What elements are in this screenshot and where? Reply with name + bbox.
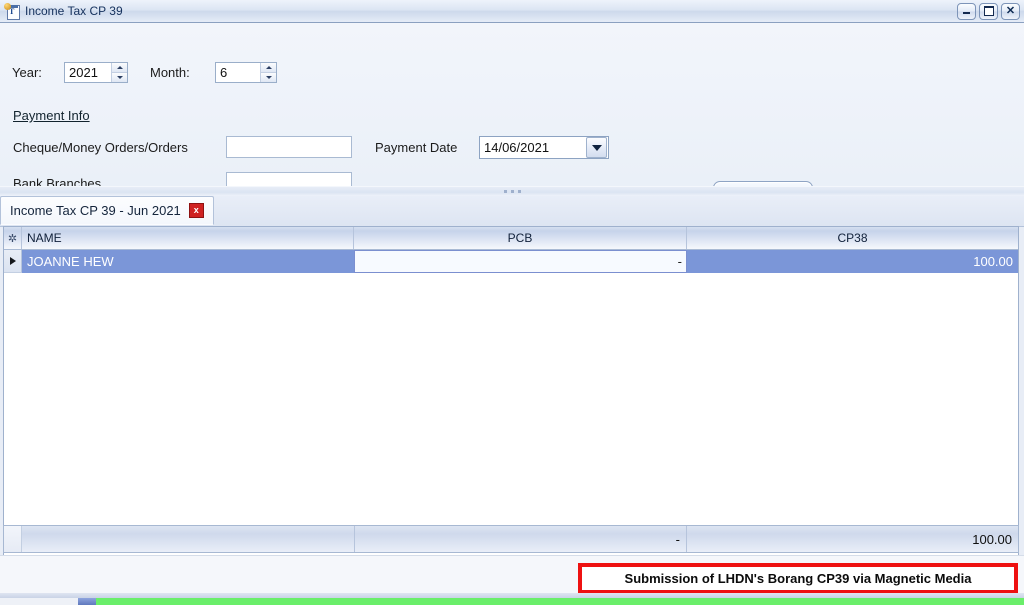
chevron-down-icon [265, 76, 272, 79]
chevron-down-icon [116, 76, 123, 79]
window-controls: ✕ [957, 2, 1020, 20]
cell-pcb-editor[interactable]: - [354, 250, 687, 273]
chevron-up-icon [265, 66, 272, 69]
document-tax-icon: T [4, 3, 20, 20]
cell-cp38[interactable]: 100.00 [687, 250, 1018, 273]
taskbar-active-item[interactable] [78, 598, 96, 605]
month-input[interactable]: 6 [216, 63, 260, 82]
income-tax-cp39-window: T Income Tax CP 39 ✕ Year: 2021 Month: 6 [0, 0, 1024, 605]
year-increment-button[interactable] [112, 63, 127, 73]
month-label: Month: [150, 65, 190, 80]
cp39-data-grid: ✲ NAME PCB CP38 JOANNE HEW - 100.00 [3, 226, 1019, 559]
grid-summary-row: - 100.00 [3, 525, 1019, 553]
window-titlebar[interactable]: T Income Tax CP 39 ✕ [0, 0, 1024, 23]
grid-empty-area[interactable] [4, 273, 1018, 558]
minimize-button[interactable] [957, 2, 976, 20]
month-increment-button[interactable] [261, 63, 276, 73]
year-input[interactable]: 2021 [65, 63, 111, 82]
month-decrement-button[interactable] [261, 73, 276, 82]
tab-close-icon[interactable]: x [188, 203, 204, 218]
minimize-icon [963, 12, 970, 14]
annotation-callout: Submission of LHDN's Borang CP39 via Mag… [578, 563, 1018, 594]
summary-pcb-total: - [354, 526, 687, 552]
year-stepper[interactable]: 2021 [64, 62, 128, 83]
year-stepper-buttons[interactable] [111, 63, 127, 82]
cheque-input[interactable] [226, 136, 352, 158]
row-selected-indicator-icon [9, 257, 16, 265]
chevron-up-icon [116, 66, 123, 69]
column-header-name[interactable]: NAME [22, 227, 354, 249]
desktop-taskbar-sliver [0, 593, 1024, 605]
column-header-cp38[interactable]: CP38 [687, 227, 1018, 249]
payment-form-panel: Year: 2021 Month: 6 Payment Info Cheque/… [0, 23, 1024, 211]
annotation-text: Submission of LHDN's Borang CP39 via Mag… [624, 571, 972, 586]
summary-cp38-total: 100.00 [687, 526, 1018, 552]
month-stepper[interactable]: 6 [215, 62, 277, 83]
payment-date-label: Payment Date [375, 140, 458, 155]
tab-income-tax-cp39[interactable]: Income Tax CP 39 - Jun 2021 x [0, 196, 214, 225]
table-row[interactable]: JOANNE HEW - 100.00 [4, 250, 1018, 273]
close-button[interactable]: ✕ [1001, 2, 1020, 20]
restore-button[interactable] [979, 2, 998, 20]
payment-date-dropdown-button[interactable] [586, 137, 607, 158]
restore-icon [983, 6, 994, 16]
year-decrement-button[interactable] [112, 73, 127, 82]
cell-name[interactable]: JOANNE HEW [22, 250, 354, 273]
cheque-label: Cheque/Money Orders/Orders [13, 140, 188, 155]
payment-date-value[interactable]: 14/06/2021 [480, 140, 586, 155]
summary-name [22, 526, 354, 552]
year-label: Year: [12, 65, 42, 80]
tab-strip: Income Tax CP 39 - Jun 2021 x [0, 196, 1024, 227]
tab-label: Income Tax CP 39 - Jun 2021 [10, 203, 181, 218]
chevron-down-icon [591, 144, 602, 151]
grid-header-row: ✲ NAME PCB CP38 [4, 227, 1018, 250]
payment-info-heading: Payment Info [13, 108, 90, 123]
window-title: Income Tax CP 39 [25, 4, 123, 18]
column-header-pcb[interactable]: PCB [354, 227, 687, 249]
grid-header-gutter[interactable]: ✲ [4, 227, 22, 249]
payment-date-picker[interactable]: 14/06/2021 [479, 136, 609, 159]
row-indicator[interactable] [4, 250, 22, 273]
taskbar-green-band [78, 598, 1024, 605]
month-stepper-buttons[interactable] [260, 63, 276, 82]
summary-gutter [4, 526, 22, 552]
